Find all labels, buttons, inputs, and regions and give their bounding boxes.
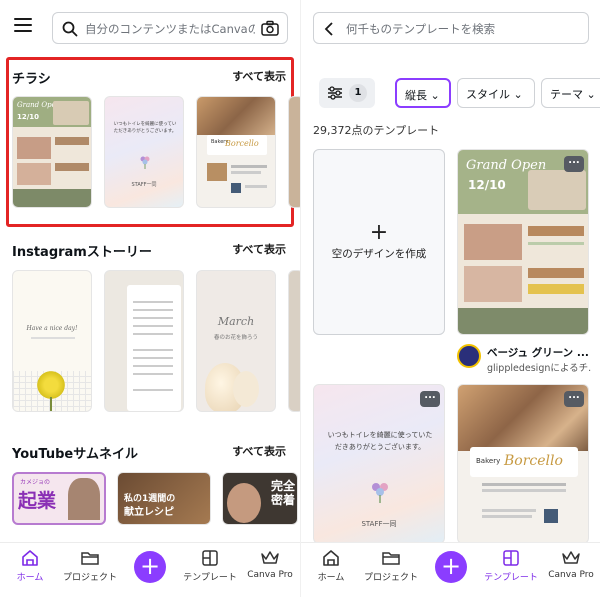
folder-icon (382, 552, 400, 565)
template-search-input[interactable]: 何千ものテンプレートを検索 (313, 12, 589, 44)
home-pane: 自分のコンテンツまたはCanvaのコン チラシ すべて表示 Grand Open… (0, 0, 300, 597)
search-placeholder: 自分のコンテンツまたはCanvaのコン (85, 22, 255, 36)
flyer-thumb-partial[interactable] (288, 96, 300, 208)
create-blank-label: 空のデザインを作成 (331, 248, 427, 260)
template-card-bakery[interactable]: Bakery Borcello ... (457, 384, 589, 544)
create-blank-card[interactable]: + 空のデザインを作成 (313, 149, 445, 335)
nav-projects[interactable]: プロジェクト (60, 549, 120, 583)
see-all-youtube[interactable]: すべて表示 (232, 443, 286, 459)
flyer-thumb-pastel[interactable]: いつもトイレを綺麗に使っていただきありがとうございます。 STAFF一同 (104, 96, 184, 208)
chevron-down-icon: ⌄ (513, 88, 523, 101)
template-card-pastel[interactable]: いつもトイレを綺麗に使っていただきありがとうございます。 STAFF一同 ... (313, 384, 445, 544)
menu-icon[interactable] (14, 18, 32, 34)
section-title-youtube: YouTubeサムネイル (12, 447, 138, 462)
card-menu-button[interactable]: ... (564, 391, 584, 407)
story-thumb-partial[interactable] (288, 270, 300, 412)
card-menu-button[interactable]: ... (420, 391, 440, 407)
nav-projects[interactable]: プロジェクト (361, 549, 421, 583)
filter-count-badge: 1 (349, 84, 367, 102)
template-title: ベージュ グリーン ... (487, 347, 589, 359)
section-title-flyer: チラシ (12, 72, 51, 87)
search-icon (62, 21, 78, 37)
camera-icon[interactable] (261, 20, 279, 36)
template-search-placeholder: 何千ものテンプレートを検索 (346, 22, 496, 36)
chevron-left-icon[interactable] (324, 22, 334, 36)
filter-button[interactable]: 1 (319, 78, 375, 108)
see-all-instagram[interactable]: すべて表示 (232, 241, 286, 257)
sliders-icon (328, 86, 342, 100)
nav-canva-pro[interactable]: Canva Pro (541, 549, 600, 580)
folder-icon (81, 552, 99, 565)
section-title-instagram: Instagramストーリー (12, 245, 152, 260)
search-input[interactable]: 自分のコンテンツまたはCanvaのコン (52, 12, 288, 44)
template-card-grand-open[interactable]: Grand Open 12/10 ... (457, 149, 589, 335)
flower-icon (140, 156, 150, 169)
chip-theme[interactable]: テーマ ⌄ (541, 78, 600, 108)
nav-home[interactable]: ホーム (0, 549, 60, 583)
create-button[interactable]: + (134, 551, 166, 583)
chip-portrait[interactable]: 縦長 ⌄ (395, 78, 451, 108)
nav-templates[interactable]: テンプレート (180, 549, 240, 583)
crown-icon (261, 551, 279, 564)
template-author-name: glippledesignによるチ... (487, 363, 591, 374)
avatar (457, 344, 481, 368)
nav-canva-pro[interactable]: Canva Pro (240, 549, 300, 580)
yt-thumb-recipe[interactable]: 私の1週間の 献立レシピ (117, 472, 211, 525)
story-thumb-mimosa[interactable]: Have a nice day! (12, 270, 92, 412)
result-count: 29,372点のテンプレート (313, 124, 440, 137)
see-all-flyer[interactable]: すべて表示 (232, 68, 286, 84)
yt-thumb-mitchaku[interactable]: 完全密着 (222, 472, 298, 525)
template-search-pane: 何千ものテンプレートを検索 1 縦長 ⌄ スタイル ⌄ テーマ ⌄ 29,372… (300, 0, 600, 597)
template-icon (503, 550, 519, 566)
create-button[interactable]: + (435, 551, 467, 583)
crown-icon (562, 551, 580, 564)
yt-thumb-kigyo[interactable]: カメジョの 起業 (12, 472, 106, 525)
nav-home[interactable]: ホーム (301, 549, 361, 583)
chevron-down-icon: ⌄ (430, 89, 440, 102)
flyer-thumb-bakery[interactable]: Bakery Borcello (196, 96, 276, 208)
card-menu-button[interactable]: ... (564, 156, 584, 172)
story-thumb-menu[interactable] (104, 270, 184, 412)
home-icon (323, 550, 339, 566)
bottom-nav: ホーム プロジェクト + テンプレート Canva Pro (301, 542, 600, 597)
story-thumb-march[interactable]: March 春のお花を飾ろう (196, 270, 276, 412)
template-icon (202, 550, 218, 566)
chevron-down-icon: ⌄ (586, 88, 596, 101)
chip-style[interactable]: スタイル ⌄ (457, 78, 535, 108)
bottom-nav: ホーム プロジェクト + テンプレート Canva Pro (0, 542, 300, 597)
home-icon (22, 550, 38, 566)
nav-templates[interactable]: テンプレート (481, 549, 541, 583)
flyer-thumb-grand-open[interactable]: Grand Open 12/10 (12, 96, 92, 208)
flower-icon (372, 483, 388, 503)
plus-icon: + (369, 220, 389, 245)
